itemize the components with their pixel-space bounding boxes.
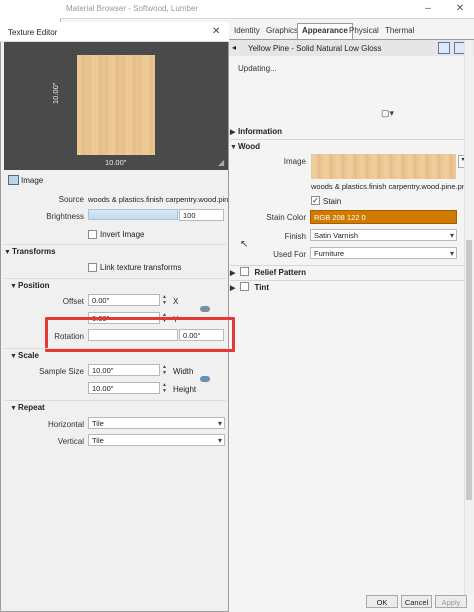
stain-label: Stain — [323, 197, 342, 206]
texture-editor-titlebar: Texture Editor ✕ — [0, 22, 229, 42]
repeat-label: Repeat — [18, 403, 45, 412]
texture-editor-title: Texture Editor — [8, 28, 58, 37]
position-label: Position — [18, 281, 50, 290]
section-scale[interactable]: ▼Scale — [4, 348, 226, 362]
texture-preview-swatch — [77, 55, 155, 155]
width-input[interactable]: 10.00" — [88, 364, 160, 376]
section-wood-label: Wood — [238, 142, 261, 151]
horizontal-label: Horizontal — [47, 420, 84, 429]
invert-image-checkbox[interactable] — [88, 230, 97, 239]
source-value: woods & plastics.finish carpentry.wood.p… — [88, 195, 228, 204]
resize-grip-icon[interactable]: ◢ — [218, 158, 224, 167]
link-transforms-label: Link texture transforms — [100, 263, 182, 272]
width-stepper[interactable]: ▲ ▼ — [161, 364, 168, 376]
material-scrollbar[interactable] — [464, 40, 473, 595]
finish-label: Finish — [284, 232, 306, 241]
preview-width-label: 10.00" — [105, 158, 127, 167]
section-tint[interactable]: ▶ Tint — [230, 280, 470, 295]
expanded-triangle-icon: ▼ — [10, 353, 17, 360]
tab-identity[interactable]: Identity — [230, 24, 264, 38]
offset-label: Offset — [62, 297, 84, 306]
scrollbar-thumb[interactable] — [466, 240, 472, 500]
section-tint-label: Tint — [254, 283, 269, 292]
invert-image-label: Invert Image — [100, 230, 145, 239]
vertical-label: Vertical — [57, 437, 84, 446]
width-axis-label: Width — [173, 367, 194, 376]
height-stepper[interactable]: ▲ ▼ — [161, 382, 168, 394]
apply-button[interactable]: Apply — [435, 595, 467, 608]
stain-checkbox[interactable]: ✓ — [311, 196, 320, 205]
used-for-label: Used For — [273, 250, 306, 259]
used-for-dropdown[interactable]: Furniture — [310, 247, 457, 259]
ok-button[interactable]: OK — [366, 595, 398, 608]
updating-label: Updating... — [238, 64, 277, 73]
collapsed-triangle-icon: ▶ — [230, 270, 236, 277]
section-position[interactable]: ▼Position — [4, 278, 226, 292]
offset-lock-icon[interactable] — [200, 306, 210, 312]
cancel-button[interactable]: Cancel — [401, 595, 432, 608]
scale-label: Scale — [18, 351, 39, 360]
collapse-arrow-icon[interactable]: ◂ — [232, 43, 236, 52]
minimize-icon[interactable]: – — [420, 2, 436, 16]
close-icon[interactable]: ✕ — [452, 2, 468, 16]
rotation-highlight-box — [45, 317, 235, 352]
asset-name: Yellow Pine - Solid Natural Low Gloss — [248, 44, 382, 53]
image-section-icon — [8, 175, 19, 185]
source-label: Source — [58, 195, 84, 204]
replace-asset-icon[interactable] — [438, 42, 450, 54]
section-wood[interactable]: ▼Wood — [230, 139, 470, 154]
section-information-label: Information — [238, 127, 282, 136]
expanded-triangle-icon: ▼ — [230, 144, 237, 151]
expanded-triangle-icon: ▼ — [10, 405, 17, 412]
section-relief-pattern[interactable]: ▶ Relief Pattern — [230, 265, 470, 280]
collapsed-triangle-icon: ▶ — [230, 285, 236, 292]
finish-dropdown[interactable]: Satin Varnish — [310, 229, 457, 241]
transforms-label: Transforms — [12, 247, 56, 256]
tab-graphics[interactable]: Graphics — [262, 24, 302, 38]
brightness-input[interactable]: 100 — [179, 209, 224, 221]
vertical-repeat-dropdown[interactable]: Tile — [88, 434, 225, 446]
collapsed-triangle-icon: ▶ — [230, 129, 236, 136]
height-axis-label: Height — [173, 385, 197, 394]
brightness-label: Brightness — [46, 212, 84, 221]
relief-pattern-checkbox[interactable] — [240, 267, 250, 276]
wood-image-path: woods & plastics.finish carpentry.wood.p… — [311, 182, 466, 191]
image-section-label: Image — [21, 176, 44, 185]
close-icon[interactable]: ✕ — [212, 26, 220, 37]
wood-image-thumbnail[interactable] — [311, 154, 456, 179]
preview-height-label: 10.00" — [51, 82, 60, 104]
link-transforms-checkbox[interactable] — [88, 263, 97, 272]
section-transforms[interactable]: ▼Transforms — [4, 244, 226, 258]
tint-checkbox[interactable] — [240, 282, 250, 291]
tab-physical[interactable]: Physical — [345, 24, 383, 38]
stain-color-label: Stain Color — [266, 213, 306, 222]
section-information[interactable]: ▶ Information — [230, 125, 470, 139]
scale-lock-icon[interactable] — [200, 376, 210, 382]
height-input[interactable]: 10.00" — [88, 382, 160, 394]
mouse-cursor-icon: ↖ — [240, 239, 249, 250]
sample-size-label: Sample Size — [39, 367, 84, 376]
expanded-triangle-icon: ▼ — [4, 249, 11, 256]
expanded-triangle-icon: ▼ — [10, 283, 17, 290]
offset-x-input[interactable]: 0.00" — [88, 294, 160, 306]
horizontal-repeat-dropdown[interactable]: Tile — [88, 417, 225, 429]
material-browser-title: Material Browser - Softwood, Lumber — [66, 4, 199, 13]
material-browser-titlebar: Material Browser - Softwood, Lumber – ✕ — [60, 0, 474, 19]
wood-image-label: Image — [283, 157, 306, 166]
section-relief-pattern-label: Relief Pattern — [254, 268, 307, 277]
section-repeat[interactable]: ▼Repeat — [4, 400, 226, 414]
offset-x-stepper[interactable]: ▲ ▼ — [161, 294, 168, 306]
tab-thermal[interactable]: Thermal — [381, 24, 418, 38]
stain-color-swatch[interactable]: RGB 208 122 0 — [310, 210, 457, 224]
brightness-slider[interactable] — [88, 209, 178, 220]
offset-x-axis-label: X — [173, 297, 179, 306]
preview-options-icon[interactable]: ▢▾ — [381, 108, 394, 119]
